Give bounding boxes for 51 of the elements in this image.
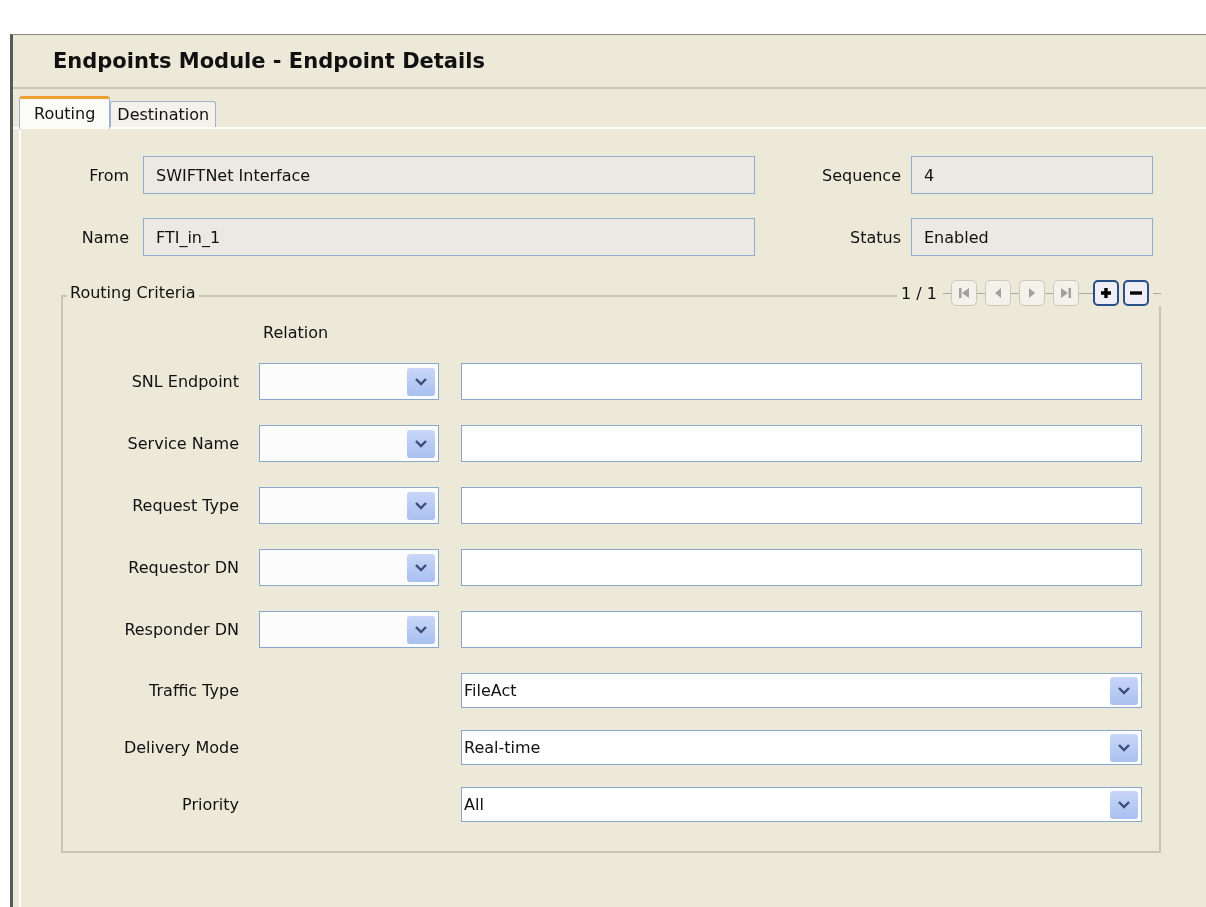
skip-icon [1060, 287, 1072, 299]
field-label: From [88, 165, 130, 185]
plus-icon [1099, 286, 1113, 300]
dropdown-button[interactable] [407, 553, 435, 582]
read-only-field[interactable]: SWIFTNet Interface [143, 156, 755, 194]
chevron-down-icon [1118, 743, 1130, 752]
field-label: Service Name [126, 434, 240, 453]
field-label: Delivery Mode [122, 738, 240, 757]
field-label: SNL Endpoint [130, 372, 240, 391]
chevron-down-icon [415, 377, 427, 386]
chevron-down-icon [415, 563, 427, 572]
dropdown[interactable]: FileAct [461, 673, 1142, 708]
chevron-down-icon [415, 501, 427, 510]
chevron-down-icon [415, 439, 427, 448]
read-only-field[interactable]: Enabled [911, 218, 1153, 256]
dropdown-button[interactable] [1110, 733, 1138, 762]
input-field[interactable] [461, 487, 1142, 524]
dropdown-button[interactable] [1110, 790, 1138, 819]
input-field[interactable] [461, 425, 1142, 462]
add-button[interactable] [1093, 280, 1119, 306]
remove-button[interactable] [1123, 280, 1149, 306]
field-label: Priority [181, 795, 240, 814]
input-field[interactable] [461, 363, 1142, 400]
dropdown-button[interactable] [407, 615, 435, 644]
field-label: Request Type [131, 496, 240, 515]
dropdown-button[interactable] [407, 491, 435, 520]
field-label: Name [80, 227, 130, 247]
field-label: Requestor DN [127, 558, 240, 577]
dropdown-button[interactable] [407, 367, 435, 396]
tab[interactable]: Destination [110, 101, 217, 127]
field-label: Responder DN [123, 620, 240, 639]
field-label: Status [849, 227, 902, 247]
field-label: Sequence [821, 165, 902, 185]
page-indicator: 1 / 1 [900, 283, 938, 303]
group-title: Routing Criteria [67, 283, 199, 302]
tab[interactable]: Routing [19, 96, 111, 129]
dropdown[interactable]: Real-time [461, 730, 1142, 765]
read-only-field[interactable]: FTI_in_1 [143, 218, 755, 256]
chevron-down-icon [1118, 686, 1130, 695]
dropdown-button[interactable] [1110, 676, 1138, 705]
input-field[interactable] [461, 549, 1142, 586]
input-field[interactable] [461, 611, 1142, 648]
column-header: Relation [263, 323, 329, 342]
window-title: Endpoints Module - Endpoint Details [53, 49, 485, 73]
skip-icon [958, 287, 970, 299]
read-only-field[interactable]: 4 [911, 156, 1153, 194]
dropdown-button[interactable] [407, 429, 435, 458]
chevron-down-icon [1118, 800, 1130, 809]
chevron-down-icon [415, 625, 427, 634]
field-label: Traffic Type [148, 681, 240, 700]
dropdown[interactable]: All [461, 787, 1142, 822]
